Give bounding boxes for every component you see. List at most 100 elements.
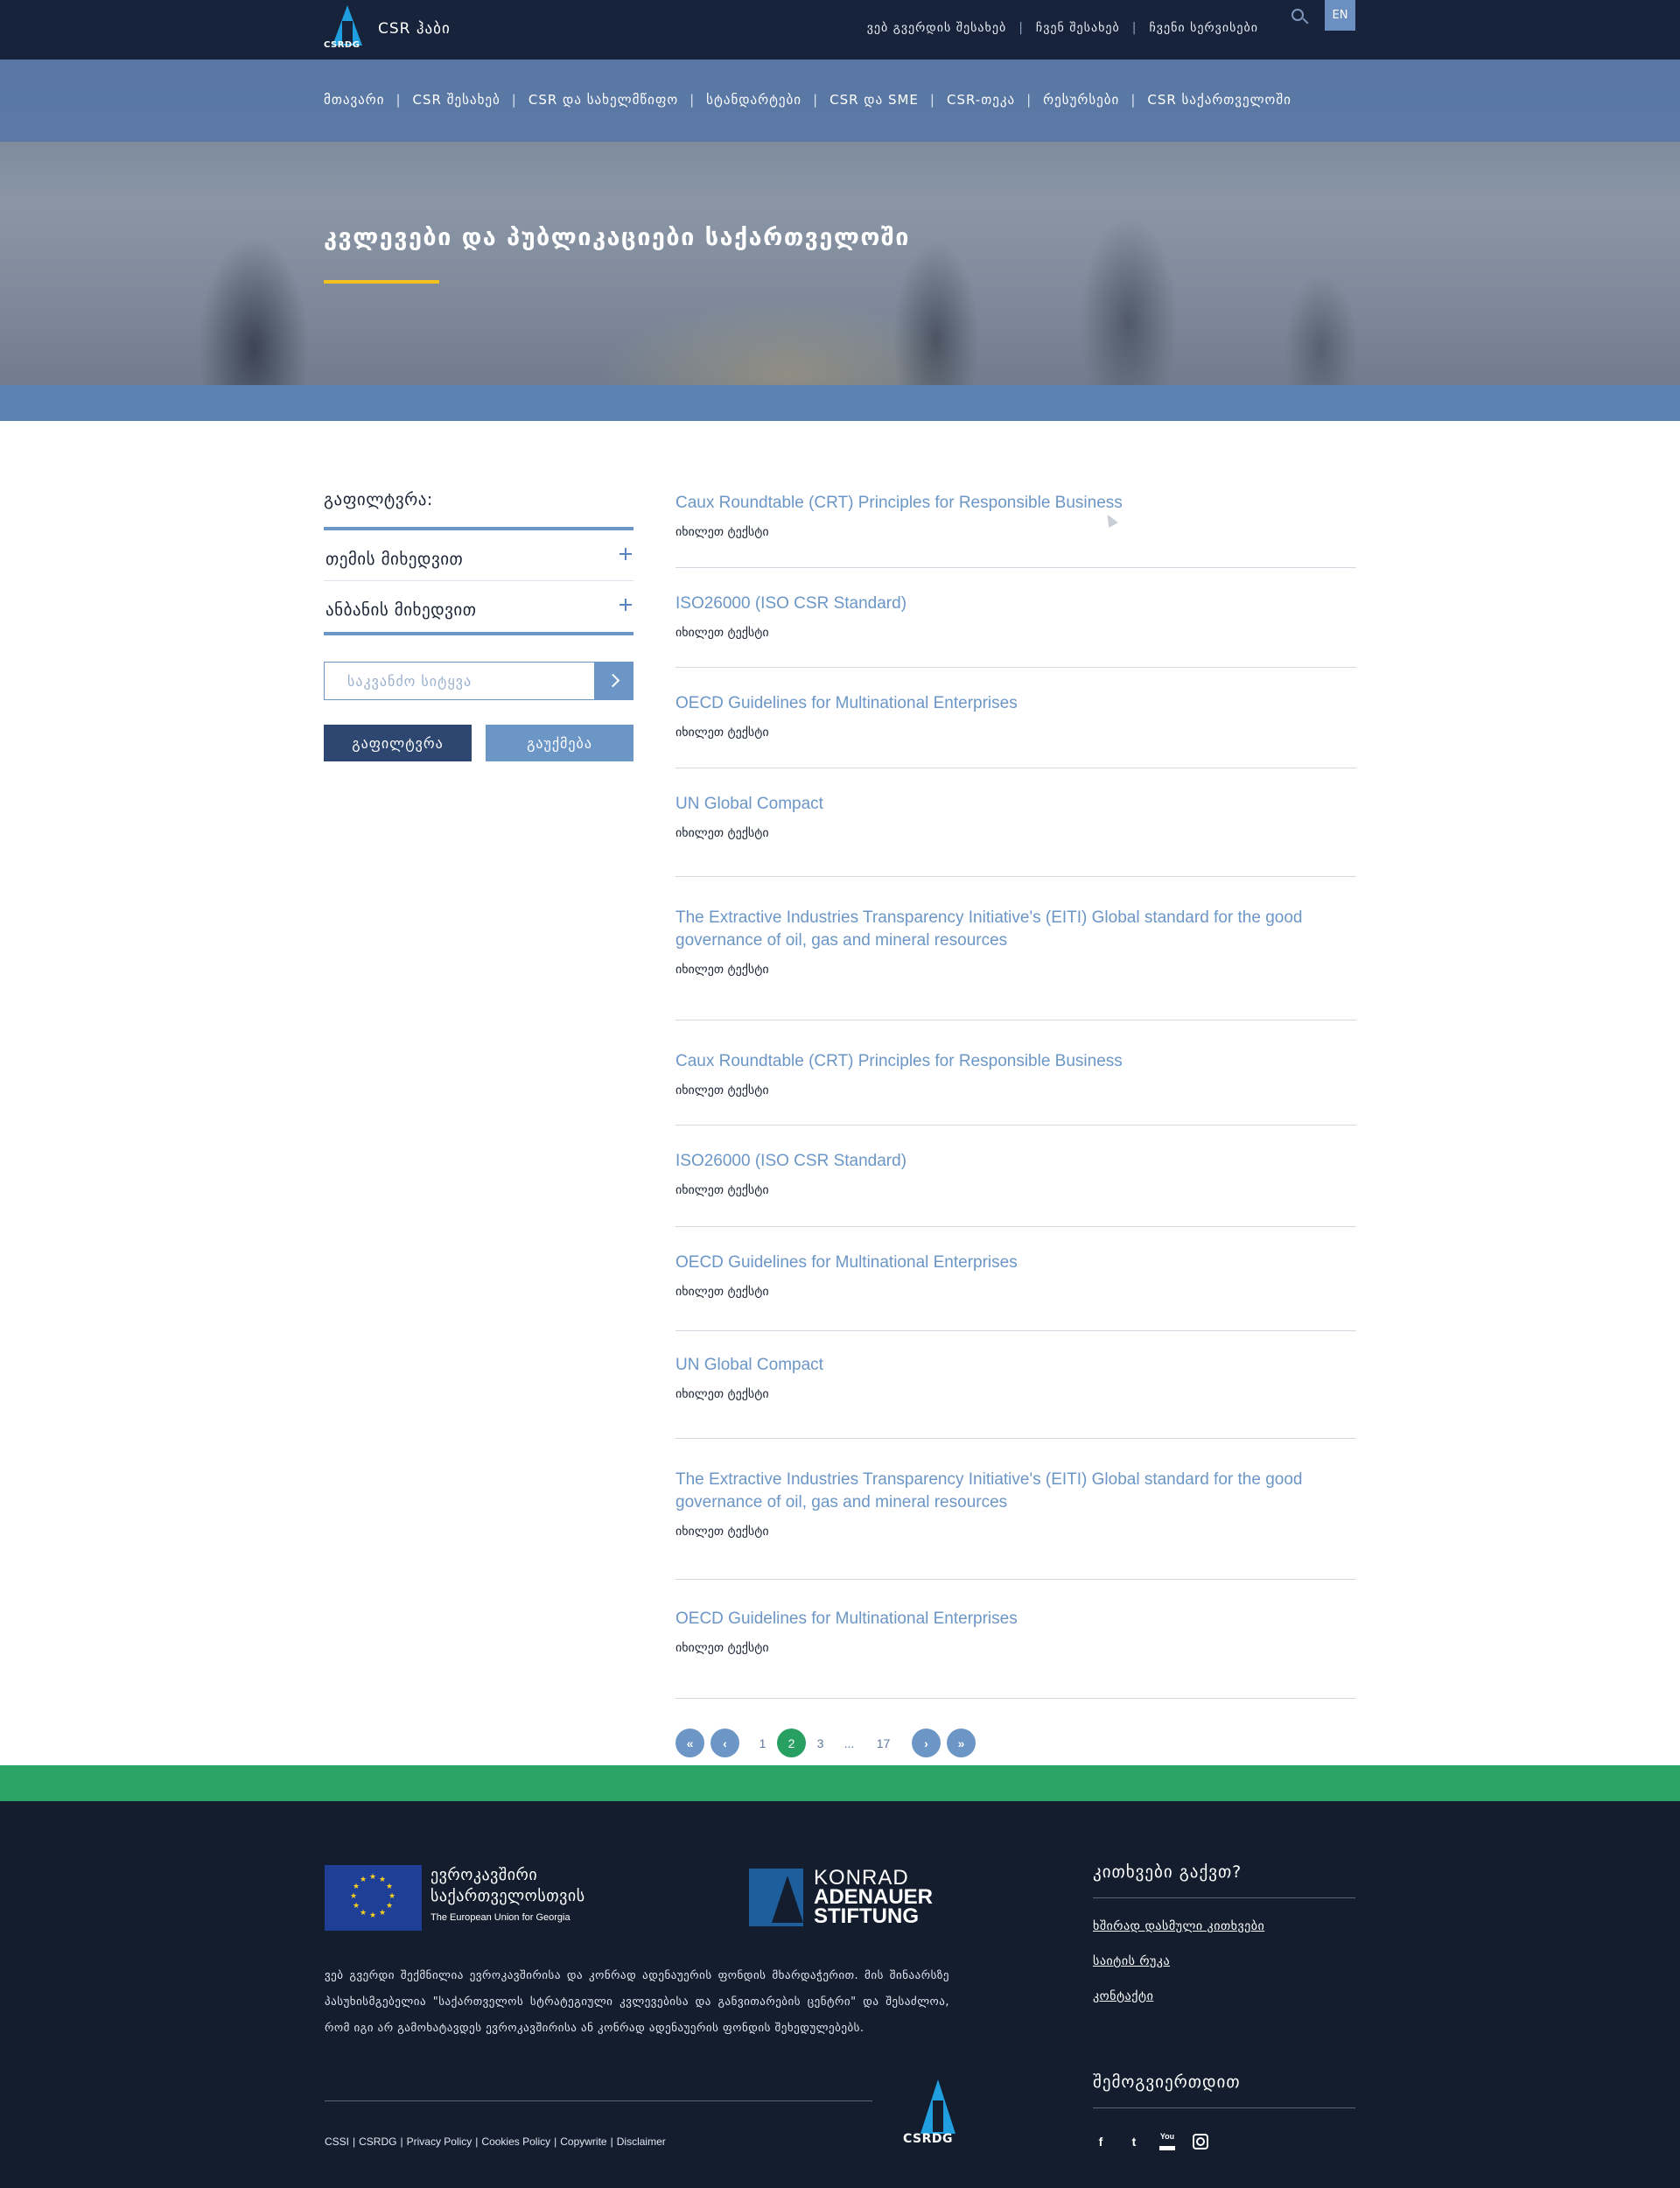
item-title[interactable]: Caux Roundtable (CRT) Principles for Res… [676,492,1356,515]
divider [1093,2107,1355,2108]
top-link-about-site[interactable]: ვებ გვერდის შესახებ [867,21,1006,35]
accordion-by-alphabet[interactable]: ანბანის მიხედვით [324,581,634,632]
filter-button[interactable]: გაფილტვრა [324,725,472,761]
footer-csrdg-logo-icon[interactable]: CSRDG [901,2079,971,2149]
kas-line-3: STIFTUNG [814,1904,919,1928]
logo-code: CSRDG [324,40,360,50]
item-title[interactable]: OECD Guidelines for Multinational Enterp… [676,692,1356,715]
pagination: « ‹ 1 2 3 ... 17 › » [676,1729,976,1757]
top-link-about-us[interactable]: ჩვენ შესახებ [1036,21,1120,35]
accordion-by-topic[interactable]: თემის მიხედვით [324,530,634,581]
page-3[interactable]: 3 [806,1729,835,1757]
footer-link-csrdg[interactable]: CSRDG [359,2135,396,2148]
divider: | [610,2135,613,2148]
item-view-link[interactable]: იხილეთ ტექსტი [676,1387,1356,1401]
item-title[interactable]: UN Global Compact [676,793,1356,816]
item-title[interactable]: OECD Guidelines for Multinational Enterp… [676,1252,1356,1274]
divider [325,2100,872,2101]
item-view-link[interactable]: იხილეთ ტექსტი [676,1285,1356,1299]
item-title[interactable]: The Extractive Industries Transparency I… [676,907,1356,952]
footer: ★ ★ ★ ★ ★ ★ ★ ★ ★ ★ ★ ★ ევროკავშირი საქა… [0,1801,1680,2188]
search-submit-chevron-icon[interactable] [595,662,634,700]
nav-item-csr-state[interactable]: CSR და სახელმწიფო [528,92,678,108]
item-title[interactable]: ISO26000 (ISO CSR Standard) [676,1150,1356,1173]
divider: | [400,2135,403,2148]
questions-column: კითხვები გაქვთ? ხშირად დასმული კითხვები … [1093,1862,1355,2003]
footer-link-cookies[interactable]: Cookies Policy [481,2135,550,2148]
footer-links: CSSI | CSRDG | Privacy Policy | Cookies Pol… [325,2135,666,2148]
language-switch[interactable]: EN [1325,0,1355,31]
sitemap-link[interactable]: საიტის რუკა [1093,1954,1355,1968]
page-2-current[interactable]: 2 [777,1729,806,1757]
item-title[interactable]: OECD Guidelines for Multinational Enterp… [676,1608,1356,1630]
item-view-link[interactable]: იხილეთ ტექსტი [676,963,1356,977]
filter-actions: გაფილტვრა გაუქმება [324,725,634,761]
list-item: ISO26000 (ISO CSR Standard) იხილეთ ტექსტ… [676,1126,1356,1227]
item-title[interactable]: UN Global Compact [676,1354,1356,1377]
divider: | [475,2135,479,2148]
main-nav: მთავარი | CSR შესახებ | CSR და სახელმწიფ… [324,92,1292,108]
footer-link-privacy[interactable]: Privacy Policy [407,2135,472,2148]
list-item: OECD Guidelines for Multinational Enterp… [676,1580,1356,1699]
kas-mark-icon [749,1869,803,1926]
follow-column: შემოგვიერთდით f t You [1093,2072,1355,2150]
title-underline [324,280,439,284]
top-nav: ვებ გვერდის შესახებ | ჩვენ შესახებ | ჩვე… [867,21,1258,35]
page-1[interactable]: 1 [748,1729,777,1757]
item-title[interactable]: Caux Roundtable (CRT) Principles for Res… [676,1050,1356,1073]
last-page-button[interactable]: » [947,1729,976,1757]
top-link-services[interactable]: ჩვენი სერვისები [1149,21,1258,35]
footer-link-disclaimer[interactable]: Disclaimer [617,2135,666,2148]
nav-item-csr-library[interactable]: CSR-თეკა [947,92,1015,108]
contact-link[interactable]: კონტაქტი [1093,1989,1355,2003]
next-page-button[interactable]: › [912,1729,941,1757]
questions-title: კითხვები გაქვთ? [1093,1862,1242,1882]
follow-title: შემოგვიერთდით [1093,2072,1241,2092]
brand-name: CSR ჰაბი [378,20,451,38]
item-view-link[interactable]: იხილეთ ტექსტი [676,1183,1356,1197]
item-view-link[interactable]: იხილეთ ტექსტი [676,726,1356,740]
item-view-link[interactable]: იხილეთ ტექსტი [676,826,1356,840]
facebook-icon[interactable]: f [1093,2134,1109,2149]
item-view-link[interactable]: იხილეთ ტექსტი [676,525,1356,539]
item-view-link[interactable]: იხილეთ ტექსტი [676,626,1356,640]
item-view-link[interactable]: იხილეთ ტექსტი [676,1641,1356,1655]
nav-item-home[interactable]: მთავარი [324,92,384,108]
youtube-icon[interactable]: You [1159,2133,1175,2150]
nav-item-csr-sme[interactable]: CSR და SME [830,92,919,108]
nav-item-resources[interactable]: რესურსები [1043,92,1119,108]
page-ellipsis: ... [844,1736,855,1750]
top-bar: CSRDG CSR ჰაბი ვებ გვერდის შესახებ | ჩვე… [0,0,1680,60]
plus-icon[interactable] [620,599,632,611]
csrdg-logo-icon: CSRDG [324,5,371,53]
page-17[interactable]: 17 [869,1729,898,1757]
instagram-icon[interactable] [1193,2134,1208,2149]
divider: | [1026,92,1032,108]
main-nav-bar: მთავარი | CSR შესახებ | CSR და სახელმწიფ… [0,60,1680,142]
cancel-button[interactable]: გაუქმება [486,725,634,761]
nav-item-csr-georgia[interactable]: CSR საქართველოში [1147,92,1292,108]
item-title[interactable]: The Extractive Industries Transparency I… [676,1469,1356,1514]
footer-link-cssi[interactable]: CSSI [325,2135,349,2148]
accordion-label: თემის მიხედვით [326,550,464,569]
prev-page-button[interactable]: ‹ [710,1729,739,1757]
publication-list: Caux Roundtable (CRT) Principles for Res… [676,478,1356,1699]
item-view-link[interactable]: იხილეთ ტექსტი [676,1083,1356,1098]
faq-link[interactable]: ხშირად დასმული კითხვები [1093,1919,1355,1933]
search-icon[interactable] [1286,4,1312,30]
site-logo[interactable]: CSRDG CSR ჰაბი [324,5,451,53]
plus-icon[interactable] [620,548,632,560]
list-item: Caux Roundtable (CRT) Principles for Res… [676,478,1356,568]
twitter-icon[interactable]: t [1126,2134,1142,2149]
divider: | [813,92,819,108]
item-view-link[interactable]: იხილეთ ტექსტი [676,1525,1356,1539]
item-title[interactable]: ISO26000 (ISO CSR Standard) [676,593,1356,615]
footer-link-copywrite[interactable]: Copywrite [560,2135,606,2148]
list-item: The Extractive Industries Transparency I… [676,877,1356,1020]
nav-item-standards[interactable]: სტანდარტები [706,92,802,108]
nav-item-about-csr[interactable]: CSR შესახებ [413,92,500,108]
list-item: UN Global Compact იხილეთ ტექსტი [676,768,1356,877]
first-page-button[interactable]: « [676,1729,704,1757]
keyword-input[interactable] [324,662,595,700]
divider: | [690,92,696,108]
